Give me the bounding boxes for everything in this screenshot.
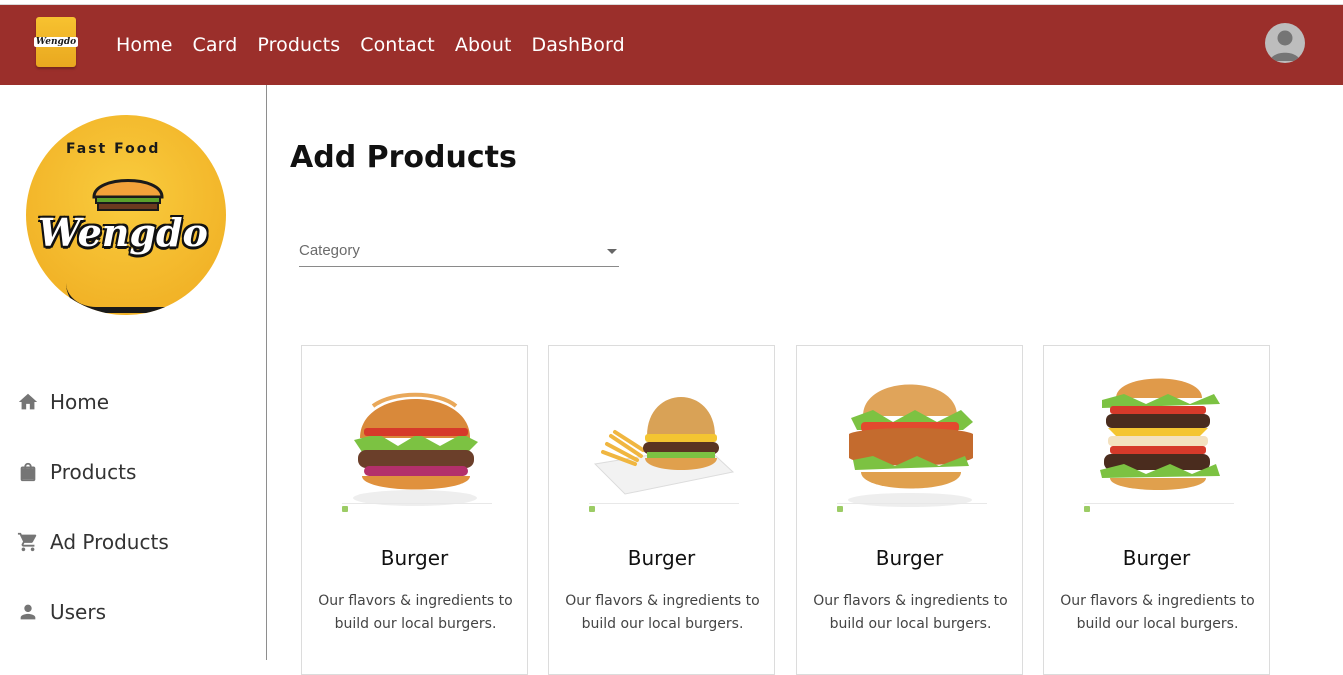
- sidebar-item-ad-products[interactable]: Ad Products: [16, 530, 169, 554]
- sidebar: Fast Food Wengdo Home Products Ad Produc…: [0, 85, 267, 660]
- logo-wordmark: Wengdo: [38, 210, 208, 255]
- sidebar-item-label: Ad Products: [50, 530, 169, 554]
- avatar-person-icon: [1270, 30, 1300, 61]
- product-description: Our flavors & ingredients to build our l…: [813, 593, 1008, 632]
- bag-icon: [16, 460, 40, 484]
- double-burger-image: [1100, 378, 1220, 490]
- product-name: Burger: [1122, 546, 1191, 570]
- sidebar-logo: Fast Food Wengdo: [26, 115, 226, 315]
- nav-link-products[interactable]: Products: [257, 34, 340, 56]
- product-description: Our flavors & ingredients to build our l…: [1060, 593, 1255, 632]
- sidebar-item-users[interactable]: Users: [16, 600, 106, 624]
- sidebar-item-products[interactable]: Products: [16, 460, 136, 484]
- sidebar-item-label: Users: [50, 600, 107, 624]
- product-card[interactable]: Burger Our flavors & ingredients to buil…: [548, 345, 775, 675]
- brand-logo[interactable]: Wengdo: [33, 17, 79, 67]
- product-card[interactable]: Burger Our flavors & ingredients to buil…: [1043, 345, 1270, 675]
- image-watermark: [1084, 503, 1234, 515]
- burger-fries-image: [593, 397, 735, 495]
- home-icon: [16, 390, 40, 414]
- chicken-burger-image: [848, 384, 973, 507]
- image-watermark: [837, 503, 987, 515]
- brand-logo-text: Wengdo: [33, 37, 79, 47]
- nav-link-card[interactable]: Card: [193, 34, 238, 56]
- sidebar-item-home[interactable]: Home: [16, 390, 109, 414]
- nav-link-contact[interactable]: Contact: [360, 34, 435, 56]
- top-navbar: Wengdo Home Card Products Contact About …: [0, 5, 1343, 85]
- product-card[interactable]: Burger Our flavors & ingredients to buil…: [796, 345, 1023, 675]
- cart-icon: [16, 530, 40, 554]
- user-icon: [16, 600, 40, 624]
- category-select[interactable]: Category: [299, 235, 619, 267]
- nav-links: Home Card Products Contact About DashBor…: [116, 5, 645, 85]
- product-card[interactable]: Burger Our flavors & ingredients to buil…: [301, 345, 528, 675]
- nav-link-about[interactable]: About: [455, 34, 512, 56]
- nav-link-home[interactable]: Home: [116, 34, 173, 56]
- image-watermark: [589, 503, 739, 515]
- sidebar-item-label: Home: [50, 390, 110, 414]
- page-title: Add Products: [290, 140, 517, 175]
- sidebar-item-label: Products: [50, 460, 137, 484]
- category-select-label: Category: [299, 242, 360, 259]
- product-name: Burger: [627, 546, 696, 570]
- burger-image: [353, 392, 478, 506]
- logo-swoosh: [66, 283, 216, 313]
- user-avatar[interactable]: [1265, 23, 1305, 63]
- nav-link-dashbord[interactable]: DashBord: [532, 34, 625, 56]
- image-watermark: [342, 503, 492, 515]
- product-name: Burger: [875, 546, 944, 570]
- product-description: Our flavors & ingredients to build our l…: [318, 593, 513, 632]
- product-name: Burger: [380, 546, 449, 570]
- logo-tagline: Fast Food: [66, 141, 161, 157]
- product-description: Our flavors & ingredients to build our l…: [565, 593, 760, 632]
- dropdown-arrow-icon: [605, 241, 619, 260]
